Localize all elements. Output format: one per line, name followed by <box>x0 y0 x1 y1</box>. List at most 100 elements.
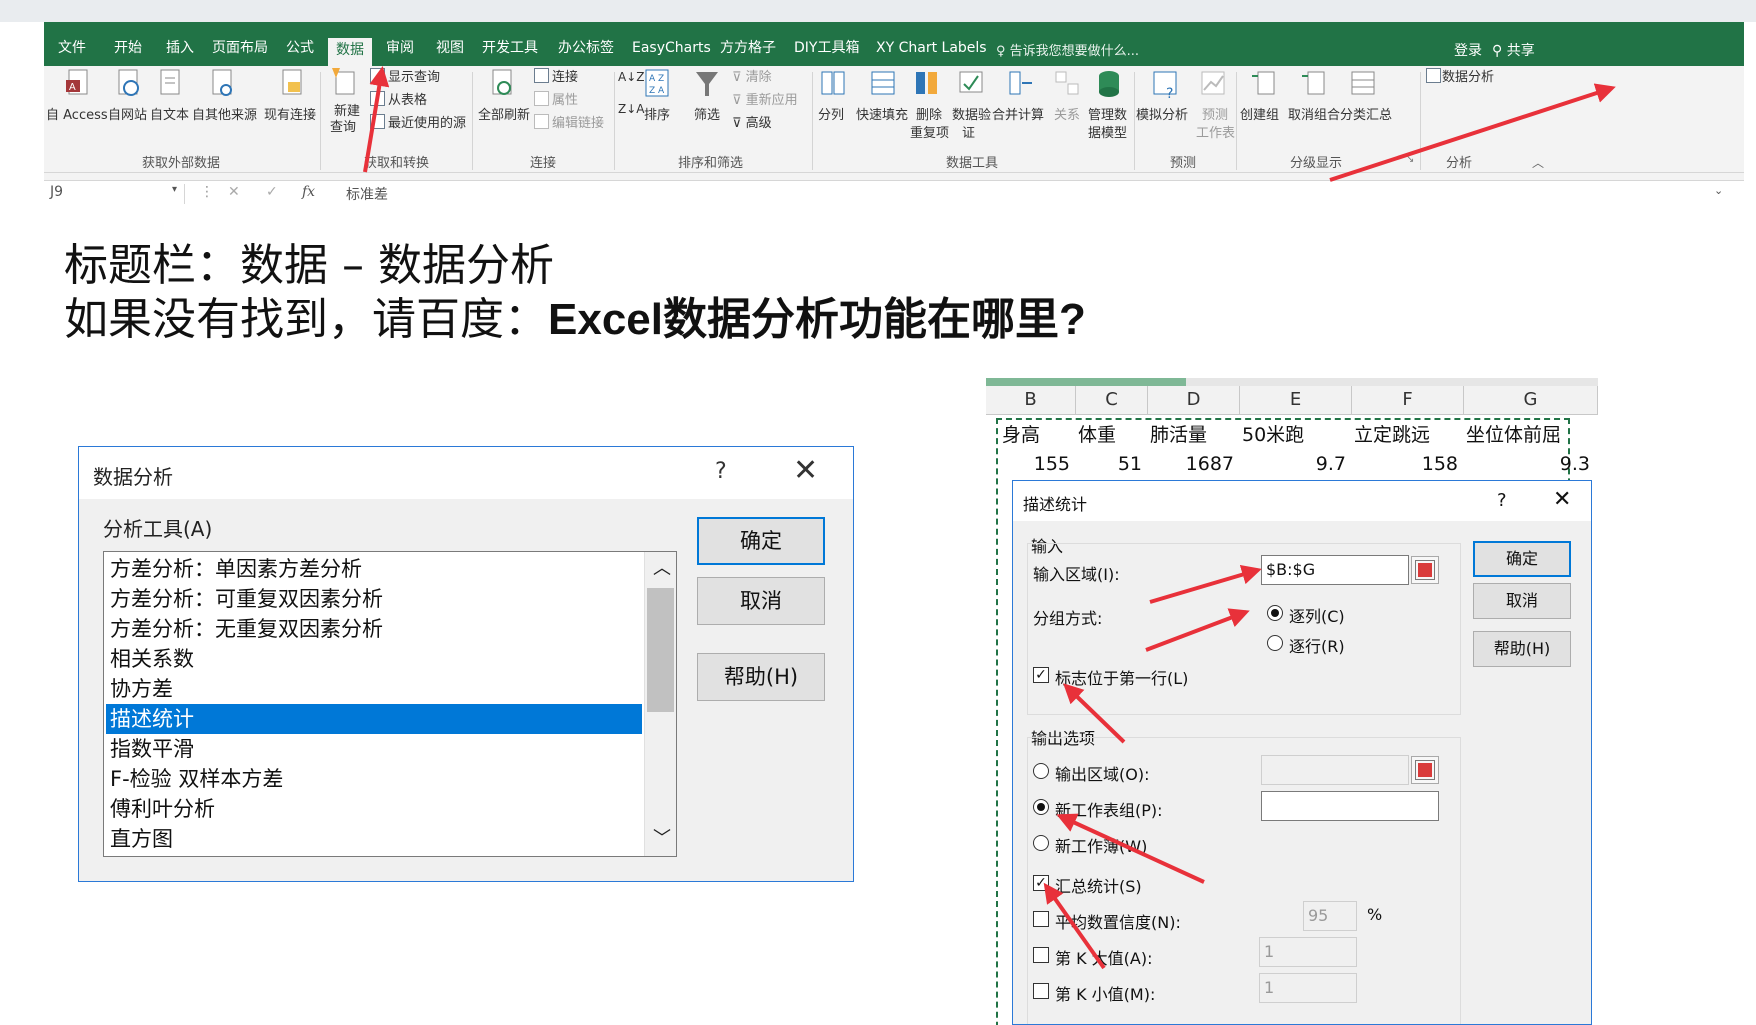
by-rows-label[interactable]: 逐行(R) <box>1289 633 1345 657</box>
column-header-c[interactable]: C <box>1076 386 1148 414</box>
new-sheet-name-field[interactable] <box>1261 791 1439 821</box>
list-item[interactable]: 直方图 <box>106 824 642 854</box>
group-button[interactable]: 创建组 <box>1240 104 1279 123</box>
list-item[interactable]: 相关系数 <box>106 644 642 674</box>
formula-input[interactable]: 标准差 <box>346 184 388 204</box>
reapply-button[interactable]: ⊽ 重新应用 <box>732 89 798 108</box>
confidence-field[interactable]: 95 <box>1303 901 1357 931</box>
consolidate-button[interactable]: 合并计算 <box>992 104 1044 123</box>
data-model-label-2[interactable]: 据模型 <box>1088 122 1127 141</box>
data-cell[interactable]: 9.3 <box>1464 450 1590 478</box>
confidence-label[interactable]: 平均数置信度(N): <box>1055 909 1181 933</box>
sort-button[interactable]: 排序 <box>644 104 670 123</box>
new-sheet-radio[interactable] <box>1033 799 1049 815</box>
column-header-d[interactable]: D <box>1148 386 1240 414</box>
function-icon[interactable]: fx <box>302 184 315 200</box>
tab-file[interactable]: 文件 <box>58 36 86 64</box>
kth-smallest-checkbox[interactable] <box>1033 983 1049 999</box>
help-icon[interactable]: ? <box>1497 490 1507 511</box>
by-columns-label[interactable]: 逐列(C) <box>1289 603 1345 627</box>
header-cell[interactable]: 身高 <box>1002 420 1040 450</box>
cancel-button[interactable]: 取消 <box>1473 583 1571 619</box>
scroll-up-icon[interactable]: ︿ <box>653 554 671 580</box>
tab-view[interactable]: 视图 <box>436 36 464 64</box>
enter-icon[interactable]: ✓ <box>266 184 278 200</box>
name-box-dropdown-icon[interactable]: ▾ <box>172 184 177 195</box>
list-item-selected[interactable]: 描述统计 <box>106 704 642 734</box>
list-item[interactable]: 方差分析：可重复双因素分析 <box>106 584 642 614</box>
header-cell[interactable]: 50米跑 <box>1242 420 1304 450</box>
from-access-button[interactable]: 自 Access <box>46 104 108 123</box>
ok-button[interactable]: 确定 <box>1473 541 1571 577</box>
list-item[interactable]: 傅利叶分析 <box>106 794 642 824</box>
collapse-dialog-icon[interactable] <box>1411 756 1439 784</box>
cancel-icon[interactable]: ✕ <box>228 184 240 200</box>
labels-first-row-checkbox[interactable]: ✓ <box>1033 667 1049 683</box>
edit-links-button[interactable]: 编辑链接 <box>552 112 604 131</box>
text-to-columns-button[interactable]: 分列 <box>818 104 844 123</box>
properties-button[interactable]: 属性 <box>552 89 578 108</box>
subtotal-button[interactable]: 分类汇总 <box>1340 104 1392 123</box>
kth-smallest-field[interactable]: 1 <box>1259 973 1357 1003</box>
by-columns-radio[interactable] <box>1267 605 1283 621</box>
list-scrollbar[interactable]: ︿ ﹀ <box>644 552 676 856</box>
scroll-thumb[interactable] <box>647 588 674 712</box>
clear-filter-button[interactable]: ⊽ 清除 <box>732 66 772 85</box>
labels-first-row-label[interactable]: 标志位于第一行(L) <box>1055 665 1188 689</box>
list-item[interactable]: 方差分析：无重复双因素分析 <box>106 614 642 644</box>
forecast-sheet-label-1[interactable]: 预测 <box>1202 104 1228 123</box>
scroll-down-icon[interactable]: ﹀ <box>653 824 671 850</box>
tab-office-tab[interactable]: 办公标签 <box>558 36 614 64</box>
tab-formulas[interactable]: 公式 <box>286 36 314 64</box>
kth-largest-label[interactable]: 第 K 大值(A): <box>1055 945 1153 969</box>
share-button[interactable]: ⚲ 共享 <box>1492 40 1535 60</box>
column-header-f[interactable]: F <box>1352 386 1464 414</box>
advanced-filter-button[interactable]: ⊽ 高级 <box>732 112 772 131</box>
tab-page-layout[interactable]: 页面布局 <box>212 36 268 64</box>
analysis-tools-listbox[interactable]: 方差分析：单因素方差分析 方差分析：可重复双因素分析 方差分析：无重复双因素分析… <box>103 551 677 857</box>
list-item[interactable]: 协方差 <box>106 674 642 704</box>
filter-button[interactable]: 筛选 <box>694 104 720 123</box>
relationships-button[interactable]: 关系 <box>1054 104 1080 123</box>
tab-xy-chart-labels[interactable]: XY Chart Labels <box>876 36 987 64</box>
outline-dialog-launcher-icon[interactable]: ↘ <box>1406 154 1414 165</box>
summary-stats-label[interactable]: 汇总统计(S) <box>1055 873 1142 897</box>
data-cell[interactable]: 51 <box>1076 450 1142 478</box>
data-cell[interactable]: 155 <box>986 450 1070 478</box>
list-item[interactable]: F-检验 双样本方差 <box>106 764 642 794</box>
kth-largest-field[interactable]: 1 <box>1259 937 1357 967</box>
new-query-label-2[interactable]: 查询 <box>330 116 356 135</box>
input-range-field[interactable]: $B:$G <box>1261 555 1409 585</box>
login-button[interactable]: 登录 <box>1454 40 1482 60</box>
recent-sources-button[interactable]: 最近使用的源 <box>388 112 466 131</box>
column-header-e[interactable]: E <box>1240 386 1352 414</box>
tab-developer[interactable]: 开发工具 <box>482 36 538 64</box>
sort-az-icon[interactable]: A↓Z <box>618 70 644 84</box>
by-rows-radio[interactable] <box>1267 635 1283 651</box>
data-analysis-button[interactable]: 数据分析 <box>1442 66 1494 85</box>
from-table-button[interactable]: 从表格 <box>388 89 427 108</box>
tab-insert[interactable]: 插入 <box>166 36 194 64</box>
header-cell[interactable]: 肺活量 <box>1150 420 1207 450</box>
column-header-b[interactable]: B <box>986 386 1076 414</box>
remove-duplicates-label-1[interactable]: 删除 <box>916 104 942 123</box>
data-cell[interactable]: 9.7 <box>1240 450 1346 478</box>
from-other-sources-button[interactable]: 自其他来源 <box>192 104 257 123</box>
list-item[interactable]: 方差分析：单因素方差分析 <box>106 554 642 584</box>
confidence-checkbox[interactable] <box>1033 911 1049 927</box>
close-icon[interactable]: ✕ <box>1553 487 1571 512</box>
forecast-sheet-label-2[interactable]: 工作表 <box>1196 122 1235 141</box>
ok-button[interactable]: 确定 <box>697 517 825 565</box>
help-button[interactable]: 帮助(H) <box>1473 631 1571 667</box>
data-validation-label-1[interactable]: 数据验 <box>952 104 991 123</box>
from-text-button[interactable]: 自文本 <box>150 104 189 123</box>
help-icon[interactable]: ? <box>715 459 727 484</box>
header-cell[interactable]: 坐位体前屈 <box>1466 420 1561 450</box>
kth-largest-checkbox[interactable] <box>1033 947 1049 963</box>
tab-fangfangezi[interactable]: 方方格子 <box>720 36 776 64</box>
collapse-ribbon-icon[interactable]: ︿ <box>1532 154 1544 171</box>
kth-smallest-label[interactable]: 第 K 小值(M): <box>1055 981 1155 1005</box>
new-workbook-label[interactable]: 新工作薄(W) <box>1055 833 1147 857</box>
flash-fill-button[interactable]: 快速填充 <box>856 104 908 123</box>
tell-me-box[interactable]: ♀ 告诉我您想要做什么... <box>996 40 1139 59</box>
